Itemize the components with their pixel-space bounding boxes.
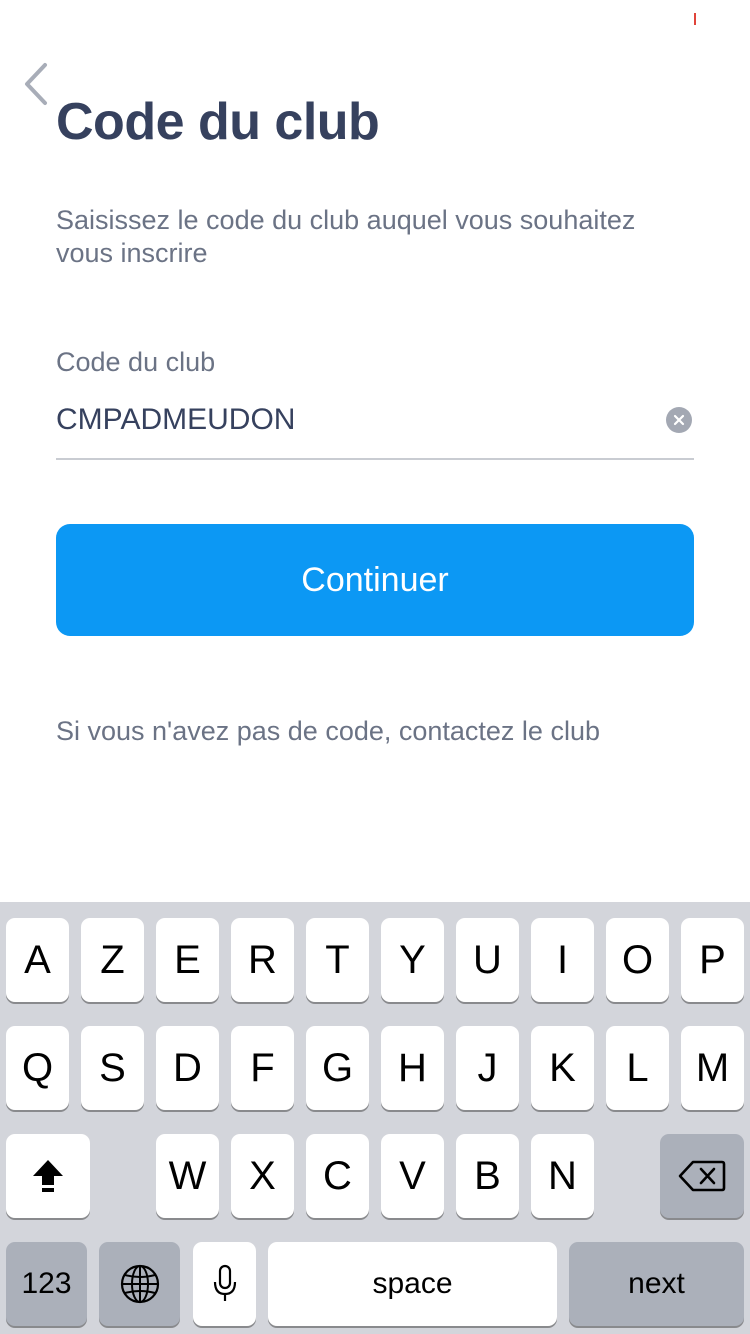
- globe-icon: [120, 1264, 159, 1304]
- space-key[interactable]: space: [268, 1242, 557, 1326]
- key-d[interactable]: D: [156, 1026, 219, 1110]
- key-o[interactable]: O: [606, 918, 669, 1002]
- key-p[interactable]: P: [681, 918, 744, 1002]
- key-f[interactable]: F: [231, 1026, 294, 1110]
- numbers-key[interactable]: 123: [6, 1242, 87, 1326]
- microphone-icon: [213, 1264, 236, 1301]
- key-x[interactable]: X: [231, 1134, 294, 1218]
- key-a[interactable]: A: [6, 918, 69, 1002]
- key-w[interactable]: W: [156, 1134, 219, 1218]
- chevron-left-icon: [25, 63, 47, 105]
- keyboard: A Z E R T Y U I O P Q S D F G H J K L M …: [0, 902, 750, 1334]
- next-key[interactable]: next: [569, 1242, 744, 1326]
- key-y[interactable]: Y: [381, 918, 444, 1002]
- help-text: Si vous n'avez pas de code, contactez le…: [56, 716, 600, 746]
- key-g[interactable]: G: [306, 1026, 369, 1110]
- input-underline: [56, 458, 694, 460]
- key-i[interactable]: I: [531, 918, 594, 1002]
- key-b[interactable]: B: [456, 1134, 519, 1218]
- key-r[interactable]: R: [231, 918, 294, 1002]
- back-button[interactable]: [14, 58, 58, 110]
- key-k[interactable]: K: [531, 1026, 594, 1110]
- status-indicator: [694, 13, 696, 25]
- club-code-label: Code du club: [56, 347, 216, 377]
- key-e[interactable]: E: [156, 918, 219, 1002]
- key-c[interactable]: C: [306, 1134, 369, 1218]
- key-u[interactable]: U: [456, 918, 519, 1002]
- clear-input-button[interactable]: [666, 407, 692, 433]
- key-v[interactable]: V: [381, 1134, 444, 1218]
- delete-key[interactable]: [660, 1134, 744, 1218]
- dictation-key[interactable]: [193, 1242, 256, 1326]
- key-l[interactable]: L: [606, 1026, 669, 1110]
- continue-button[interactable]: Continuer: [56, 524, 694, 636]
- key-n[interactable]: N: [531, 1134, 594, 1218]
- page-title: Code du club: [56, 93, 380, 151]
- key-t[interactable]: T: [306, 918, 369, 1002]
- globe-key[interactable]: [99, 1242, 180, 1326]
- instructions-text: Saisissez le code du club auquel vous so…: [56, 205, 636, 268]
- key-q[interactable]: Q: [6, 1026, 69, 1110]
- key-z[interactable]: Z: [81, 918, 144, 1002]
- shift-key[interactable]: [6, 1134, 90, 1218]
- backspace-icon: [678, 1160, 726, 1192]
- key-s[interactable]: S: [81, 1026, 144, 1110]
- key-j[interactable]: J: [456, 1026, 519, 1110]
- club-code-input[interactable]: [56, 398, 656, 442]
- key-m[interactable]: M: [681, 1026, 744, 1110]
- shift-icon: [33, 1160, 63, 1192]
- key-h[interactable]: H: [381, 1026, 444, 1110]
- clear-circle-icon: [673, 414, 685, 426]
